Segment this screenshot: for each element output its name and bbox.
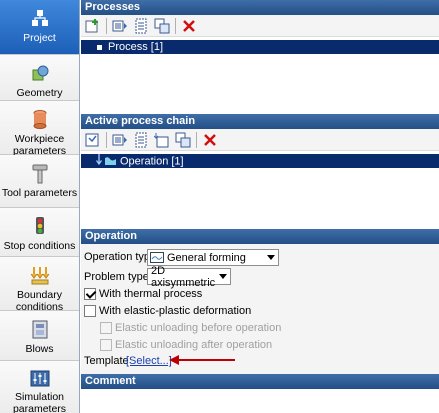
processes-toolbar [81, 15, 439, 37]
duplicate-operation-button[interactable] [174, 131, 192, 149]
template-select-link[interactable]: [Select...] [126, 355, 172, 367]
add-operation-icon [85, 133, 99, 146]
operation-type-value: General forming [167, 251, 246, 264]
sidebar-item-label: Workpiece parameters [12, 133, 67, 157]
add-icon [85, 18, 98, 32]
thermal-process-checkbox-row[interactable]: With thermal process [84, 288, 202, 300]
processes-header: Processes [81, 0, 439, 15]
chevron-down-icon [219, 274, 227, 279]
operation-header: Operation [81, 229, 439, 244]
elastic-plastic-checkbox[interactable] [84, 305, 96, 317]
blows-icon [29, 319, 51, 341]
unload-before-label: Elastic unloading before operation [115, 322, 282, 334]
copy-process-button[interactable] [111, 17, 129, 35]
delete-icon [183, 19, 195, 32]
operation-item-label: Operation [1] [120, 155, 184, 168]
paste-icon [135, 132, 147, 147]
geometry-icon [29, 63, 51, 85]
sidebar-item-workpiece-parameters[interactable]: Workpiece parameters [0, 101, 79, 157]
sidebar-item-label: Simulation parameters [12, 391, 67, 413]
thermal-process-label: With thermal process [99, 288, 203, 300]
problem-type-select[interactable]: 2D axisymmetric [147, 265, 231, 289]
duplicate-icon [175, 132, 191, 147]
move-operation-button[interactable] [153, 131, 171, 149]
toolbar-separator [106, 17, 107, 34]
tool-icon [29, 163, 51, 185]
operation-form: Operation type General forming Problem t… [81, 244, 439, 374]
comment-area[interactable] [81, 389, 439, 413]
toolbar-separator [196, 131, 197, 148]
stop-conditions-icon [29, 216, 51, 238]
sidebar-item-label: Tool parameters [1, 187, 78, 199]
processes-list[interactable] [81, 54, 439, 114]
sidebar-item-label: Stop conditions [3, 240, 76, 252]
add-operation-button[interactable] [84, 131, 102, 149]
sidebar: Project Geometry Workpiece parameters To… [0, 0, 80, 413]
operation-icon [105, 155, 116, 169]
sidebar-item-blows[interactable]: Blows [0, 311, 79, 361]
process-item-label: Process [1] [108, 41, 164, 53]
unload-after-checkbox-row: Elastic unloading after operation [100, 339, 272, 351]
delete-operation-button[interactable] [201, 131, 219, 149]
sidebar-item-label: Blows [25, 343, 54, 355]
sidebar-item-boundary-conditions[interactable]: Boundary conditions [0, 257, 79, 313]
operation-type-label: Operation type [84, 251, 157, 263]
move-icon [154, 132, 169, 147]
unload-after-label: Elastic unloading after operation [115, 339, 273, 351]
duplicate-process-button[interactable] [153, 17, 171, 35]
unload-before-checkbox [100, 322, 112, 334]
elastic-plastic-checkbox-row[interactable]: With elastic-plastic deformation [84, 305, 251, 317]
operation-type-select[interactable]: General forming [147, 249, 279, 266]
down-arrow-icon [95, 154, 103, 169]
workpiece-icon [29, 109, 51, 131]
sidebar-item-simulation-parameters[interactable]: Simulation parameters [0, 361, 79, 413]
sidebar-item-project[interactable]: Project [0, 0, 79, 55]
sidebar-item-tool-parameters[interactable]: Tool parameters [0, 155, 79, 208]
sidebar-item-label: Project [23, 32, 56, 44]
copy-icon [112, 20, 127, 31]
paste-operation-button[interactable] [132, 131, 150, 149]
paste-process-button[interactable] [132, 17, 150, 35]
template-label: Template [84, 355, 129, 367]
chain-toolbar [81, 129, 439, 151]
toolbar-separator [106, 131, 107, 148]
delete-icon [204, 133, 216, 146]
project-icon [29, 8, 51, 30]
boundary-conditions-icon [29, 265, 51, 287]
unload-before-checkbox-row: Elastic unloading before operation [100, 322, 281, 334]
copy-operation-button[interactable] [111, 131, 129, 149]
sidebar-item-label: Geometry [16, 87, 63, 99]
chevron-down-icon [267, 255, 275, 260]
sidebar-item-stop-conditions[interactable]: Stop conditions [0, 208, 79, 257]
delete-process-button[interactable] [180, 17, 198, 35]
process-list-item-selected[interactable]: Process [1] [81, 40, 439, 54]
elastic-plastic-label: With elastic-plastic deformation [99, 305, 252, 317]
problem-type-label: Problem type [84, 271, 149, 283]
copy-icon [112, 134, 127, 145]
thermal-process-checkbox[interactable] [84, 288, 96, 300]
sidebar-item-label: Boundary conditions [15, 289, 64, 313]
add-process-button[interactable] [84, 17, 102, 35]
simulation-parameters-icon [29, 369, 51, 389]
red-arrow-annotation [169, 355, 235, 365]
comment-header: Comment [81, 374, 439, 389]
toolbar-separator [175, 17, 176, 34]
sidebar-item-geometry[interactable]: Geometry [0, 55, 79, 101]
chain-header: Active process chain [81, 114, 439, 129]
duplicate-icon [154, 18, 170, 33]
paste-icon [135, 18, 147, 33]
unload-after-checkbox [100, 339, 112, 351]
chain-list[interactable] [81, 168, 439, 229]
general-forming-icon [150, 252, 164, 263]
bullet-icon [97, 44, 102, 50]
operation-list-item-selected[interactable]: Operation [1] [81, 154, 439, 168]
